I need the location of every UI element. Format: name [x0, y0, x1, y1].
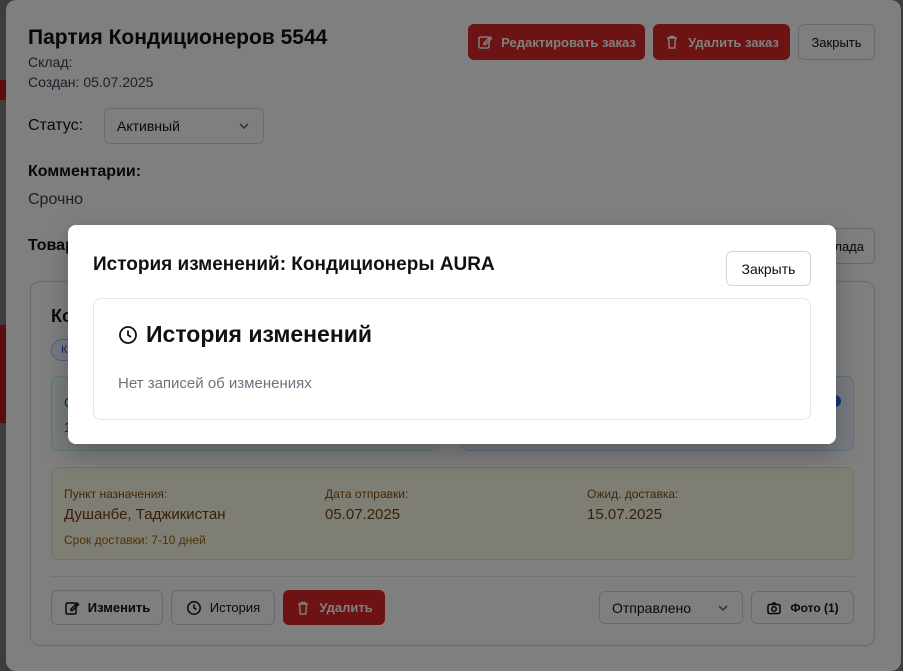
history-empty-text: Нет записей об изменениях	[118, 375, 312, 392]
history-panel: История изменений Нет записей об изменен…	[93, 298, 811, 420]
history-heading-text: История изменений	[146, 321, 372, 347]
history-heading: История изменений	[118, 321, 372, 348]
history-modal: История изменений: Кондиционеры AURA Зак…	[68, 225, 836, 444]
history-close-button[interactable]: Закрыть	[726, 251, 811, 286]
clock-icon	[119, 325, 137, 344]
history-modal-title: История изменений: Кондиционеры AURA	[93, 254, 495, 275]
